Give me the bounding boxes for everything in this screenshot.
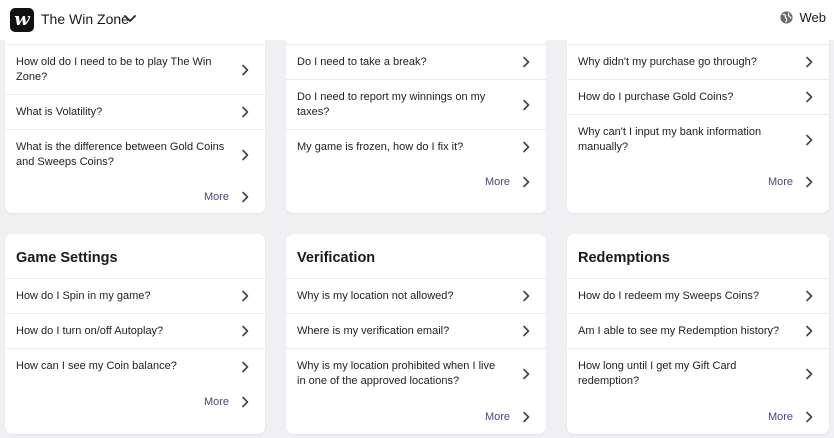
- more-link[interactable]: More: [768, 411, 815, 423]
- chevron-right-icon: [242, 64, 249, 75]
- chevron-right-icon: [242, 149, 249, 160]
- chevron-right-icon: [806, 290, 813, 302]
- faq-item-label: How do I redeem my Sweeps Coins?: [578, 289, 759, 302]
- faq-item[interactable]: How do I turn on/off Autoplay?: [5, 313, 265, 348]
- faq-item[interactable]: Why is my location prohibited when I liv…: [286, 348, 546, 399]
- chevron-right-icon: [242, 191, 249, 203]
- chevron-right-icon: [523, 325, 530, 337]
- chevron-right-icon: [806, 91, 813, 103]
- more-link[interactable]: More: [485, 176, 532, 188]
- faq-item[interactable]: Do I need to report my winnings on my ta…: [286, 79, 546, 129]
- faq-card-redemptions: Redemptions How do I redeem my Sweeps Co…: [567, 234, 829, 434]
- faq-item-label: Why didn't my purchase go through?: [578, 55, 757, 68]
- top-bar: w The Win Zone Web: [0, 0, 834, 40]
- faq-item[interactable]: How old do I need to be to play The Win …: [5, 44, 265, 94]
- faq-item-label: What is the difference between Gold Coin…: [16, 140, 225, 168]
- more-label: More: [484, 176, 510, 188]
- faq-item-label: Why can't I input my bank information ma…: [578, 125, 762, 153]
- chevron-right-icon: [523, 176, 530, 188]
- more-link[interactable]: More: [485, 411, 532, 423]
- faq-item-label: Am I able to see my Redemption history?: [578, 324, 780, 337]
- faq-item[interactable]: Am I able to see my Redemption history?: [567, 313, 829, 348]
- chevron-right-icon: [242, 325, 249, 337]
- faq-item-label: How do I Spin in my game?: [16, 289, 151, 302]
- faq-item-label: Do I need to take a break?: [297, 55, 427, 68]
- brand-logo[interactable]: w: [10, 8, 34, 32]
- chevron-right-icon: [523, 368, 530, 380]
- faq-item[interactable]: Why is my location not allowed?: [286, 278, 546, 313]
- faq-card-game-settings: Game Settings How do I Spin in my game? …: [5, 234, 265, 434]
- more-label: More: [203, 396, 229, 408]
- chevron-right-icon: [523, 411, 530, 423]
- faq-item[interactable]: My game is frozen, how do I fix it?: [286, 129, 546, 164]
- faq-item[interactable]: How long until I get my Gift Card redemp…: [567, 348, 829, 399]
- chevron-right-icon: [523, 141, 530, 153]
- faq-item[interactable]: What is the difference between Gold Coin…: [5, 129, 265, 179]
- chevron-down-icon[interactable]: [122, 10, 138, 26]
- more-link[interactable]: More: [204, 191, 251, 203]
- chevron-right-icon: [523, 290, 530, 302]
- faq-item-label: How can I see my Coin balance?: [16, 360, 177, 372]
- faq-card-top-3: Why didn't my purchase go through? How d…: [567, 20, 829, 213]
- faq-item[interactable]: How can I see my Coin balance?: [5, 348, 265, 384]
- faq-item-label: Why is my location not allowed?: [297, 289, 454, 302]
- chevron-right-icon: [242, 106, 249, 118]
- faq-item-label: How long until I get my Gift Card redemp…: [578, 360, 737, 387]
- faq-item-label: How old do I need to be to play The Win …: [16, 55, 212, 83]
- chevron-right-icon: [523, 99, 530, 110]
- chevron-right-icon: [806, 176, 813, 188]
- chevron-right-icon: [242, 396, 249, 408]
- more-link[interactable]: More: [768, 176, 815, 188]
- faq-item[interactable]: How do I redeem my Sweeps Coins?: [567, 278, 829, 313]
- chevron-right-icon: [242, 290, 249, 302]
- card-title: Redemptions: [578, 250, 670, 266]
- more-link[interactable]: More: [204, 396, 251, 408]
- web-label: Web: [799, 10, 827, 25]
- card-title: Verification: [297, 250, 376, 266]
- faq-card-top-1: How old do I need to be to play The Win …: [5, 20, 265, 213]
- faq-card-verification: Verification Why is my location not allo…: [286, 234, 546, 434]
- chevron-right-icon: [806, 325, 813, 337]
- faq-item[interactable]: What is Volatility?: [5, 94, 265, 129]
- chevron-right-icon: [806, 56, 813, 68]
- more-label: More: [767, 411, 793, 423]
- faq-item-label: Do I need to report my winnings on my ta…: [297, 90, 486, 118]
- card-title: Game Settings: [16, 250, 118, 266]
- faq-item[interactable]: How do I Spin in my game?: [5, 278, 265, 313]
- chevron-right-icon: [806, 411, 813, 423]
- faq-item[interactable]: Why didn't my purchase go through?: [567, 44, 829, 79]
- more-label: More: [767, 176, 793, 188]
- faq-item-label: Where is my verification email?: [297, 324, 450, 337]
- faq-card-top-2: Do I need to take a break? Do I need to …: [286, 20, 546, 213]
- chevron-right-icon: [806, 134, 813, 145]
- faq-item-label: Why is my location prohibited when I liv…: [297, 360, 496, 387]
- chevron-right-icon: [242, 361, 249, 372]
- faq-item-label: How do I purchase Gold Coins?: [578, 90, 734, 103]
- faq-item-label: How do I turn on/off Autoplay?: [16, 324, 164, 337]
- faq-item[interactable]: Do I need to take a break?: [286, 44, 546, 79]
- brand-name[interactable]: The Win Zone: [41, 11, 129, 27]
- more-label: More: [203, 191, 229, 203]
- faq-item[interactable]: How do I purchase Gold Coins?: [567, 79, 829, 114]
- faq-item[interactable]: Where is my verification email?: [286, 313, 546, 348]
- chevron-right-icon: [806, 368, 813, 380]
- more-label: More: [484, 411, 510, 423]
- faq-item[interactable]: Why can't I input my bank information ma…: [567, 114, 829, 164]
- web-link[interactable]: Web: [779, 10, 827, 25]
- chevron-right-icon: [523, 56, 530, 68]
- faq-item-label: My game is frozen, how do I fix it?: [297, 140, 464, 153]
- faq-item-label: What is Volatility?: [16, 105, 103, 118]
- globe-icon: [779, 11, 793, 24]
